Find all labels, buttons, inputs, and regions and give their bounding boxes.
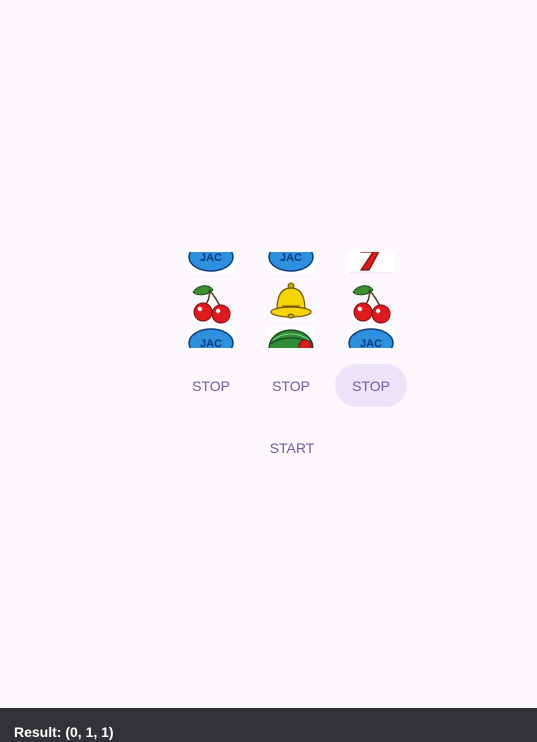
cherry-icon	[192, 285, 231, 324]
watermelon-icon	[268, 329, 314, 348]
stop-button-reel-2[interactable]: STOP	[255, 364, 327, 407]
reel-2-bottom-symbol	[267, 326, 315, 348]
reel-3-middle-symbol	[347, 278, 395, 324]
stop-button-reel-3[interactable]: STOP	[335, 364, 407, 407]
svg-text:JAC: JAC	[360, 338, 382, 348]
jac-icon: JAC	[348, 328, 394, 348]
result-text: Result: (0, 1, 1)	[14, 724, 114, 740]
jac-icon: JAC	[188, 252, 234, 272]
cherry-icon	[352, 285, 391, 324]
reel-1-bottom-symbol: JAC	[187, 326, 235, 348]
reel-2-top-symbol: JAC	[267, 252, 315, 274]
result-bar: Result: (0, 1, 1)	[0, 708, 537, 742]
stop-button-reel-1[interactable]: STOP	[175, 364, 247, 407]
reel-3: JAC	[347, 252, 395, 348]
start-button[interactable]: START	[250, 428, 334, 468]
reel-2: JAC	[267, 252, 315, 348]
reel-1-middle-symbol	[187, 278, 235, 324]
svg-text:JAC: JAC	[200, 252, 222, 264]
svg-text:JAC: JAC	[200, 338, 222, 348]
seven-icon	[349, 252, 393, 274]
reel-3-top-symbol	[347, 252, 395, 274]
jac-icon: JAC	[268, 252, 314, 272]
bell-icon	[270, 282, 312, 319]
reel-2-middle-symbol	[267, 278, 315, 324]
reel-1: JAC JAC	[187, 252, 235, 348]
svg-text:JAC: JAC	[280, 252, 302, 264]
jac-icon: JAC	[188, 328, 234, 348]
reel-1-top-symbol: JAC	[187, 252, 235, 274]
reel-3-bottom-symbol: JAC	[347, 326, 395, 348]
